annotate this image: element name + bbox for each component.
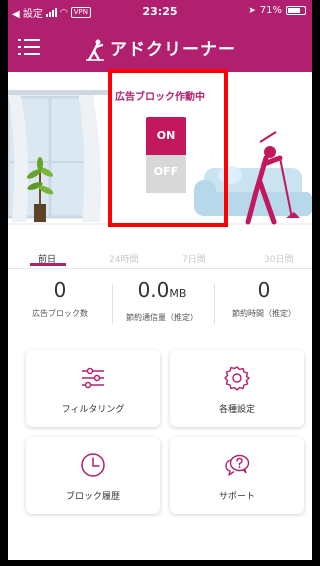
app-screen: ◀ 設定 ◠ VPN 23:25 ➤ 71% アドクリーナー 広告ブロック作動中… xyxy=(8,0,312,566)
app-title: アドクリーナー xyxy=(110,40,236,60)
screen-bottom-edge xyxy=(8,560,312,566)
blocked-ads-value: 0 xyxy=(53,278,67,302)
data-saved-unit: MB xyxy=(169,287,187,300)
red-highlight-frame xyxy=(108,69,228,227)
stat-blocked-ads: 0 広告ブロック数 xyxy=(10,278,110,319)
data-saved-value: 0.0 xyxy=(137,278,170,302)
block-history-button[interactable]: ブロック履歴 xyxy=(26,437,160,514)
time-saved-label: 節約時間（推定） xyxy=(232,309,296,318)
chat-question-icon xyxy=(225,454,250,476)
status-bar: ◀ 設定 ◠ VPN 23:25 ➤ 71% xyxy=(8,0,312,22)
active-tab-indicator xyxy=(30,263,66,266)
app-logo: アドクリーナー xyxy=(8,35,312,61)
app-header: アドクリーナー xyxy=(8,22,312,72)
tabs-divider xyxy=(8,268,312,269)
tab-30days[interactable]: 30日間 xyxy=(264,252,293,265)
location-icon: ➤ xyxy=(248,5,256,16)
filtering-label: フィルタリング xyxy=(61,405,125,415)
battery-percent: 71% xyxy=(259,5,282,16)
filtering-button[interactable]: フィルタリング xyxy=(26,350,160,427)
tab-24h[interactable]: 24時間 xyxy=(109,252,138,265)
support-button[interactable]: サポート xyxy=(170,437,304,514)
battery-icon xyxy=(286,6,306,15)
tab-7days[interactable]: 7日間 xyxy=(182,252,206,265)
sweeping-figure-icon xyxy=(86,39,104,61)
gear-icon xyxy=(224,366,250,391)
blocked-ads-label: 広告ブロック数 xyxy=(32,309,88,318)
block-history-label: ブロック履歴 xyxy=(65,492,120,502)
data-saved-label: 節約通信量（推定） xyxy=(126,313,198,322)
stat-time-saved: 0 節約時間（推定） xyxy=(214,278,312,319)
status-right: ➤ 71% xyxy=(248,5,306,16)
support-label: サポート xyxy=(218,492,255,502)
stat-data-saved: 0.0MB 節約通信量（推定） xyxy=(112,278,212,323)
settings-label: 各種設定 xyxy=(218,405,255,415)
time-saved-value: 0 xyxy=(257,278,271,302)
settings-button[interactable]: 各種設定 xyxy=(170,350,304,427)
clock-icon xyxy=(81,453,105,477)
sliders-icon xyxy=(82,367,104,389)
